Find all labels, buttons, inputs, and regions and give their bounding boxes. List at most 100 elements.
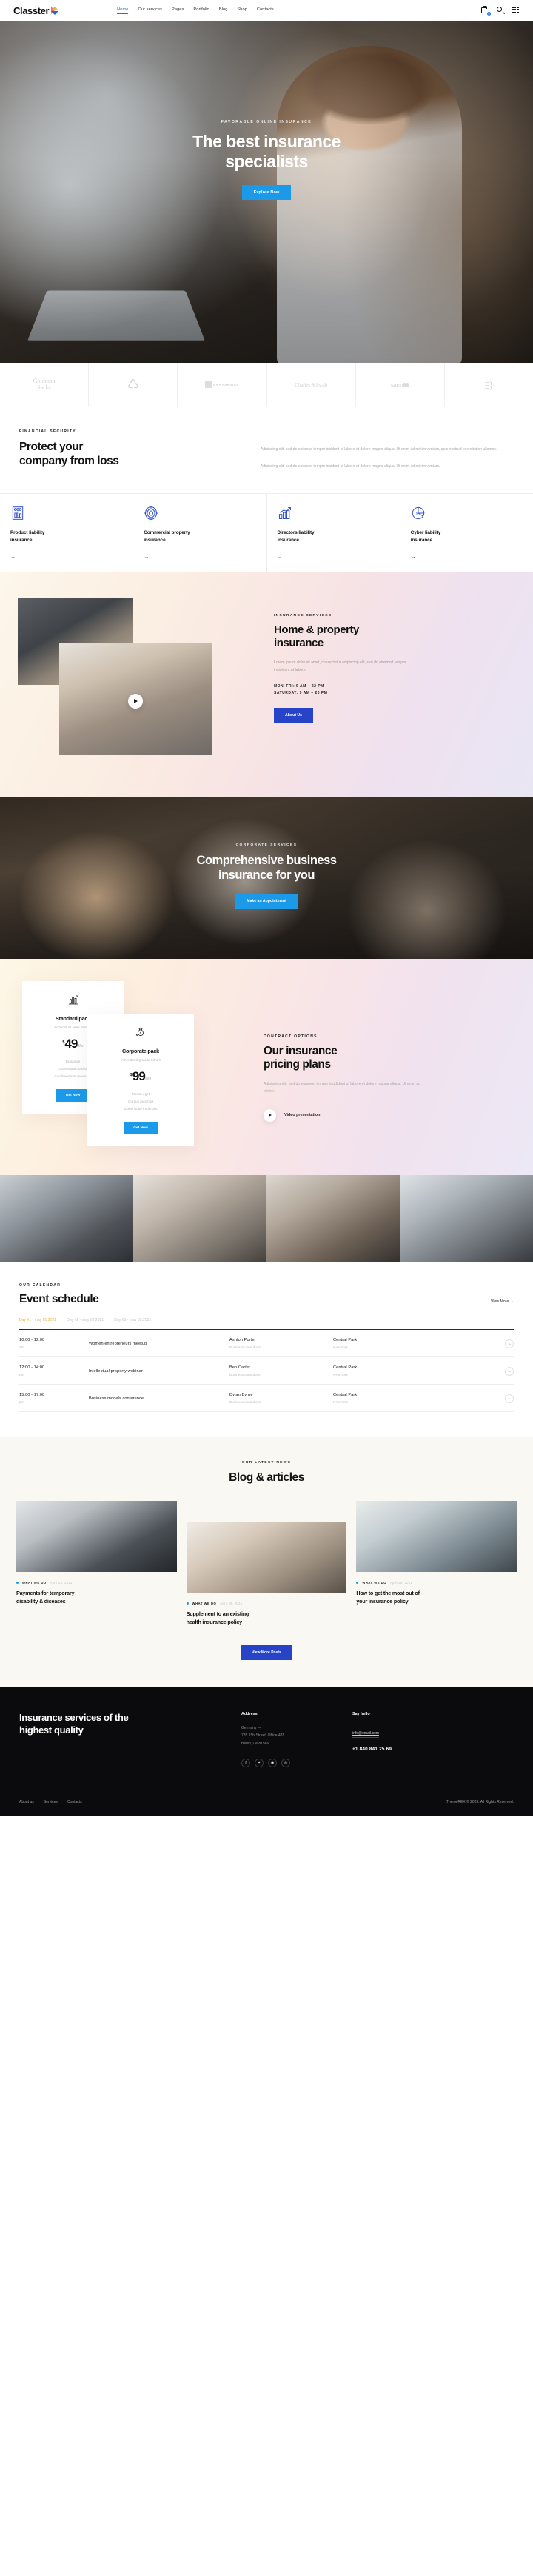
facebook-icon[interactable]: f <box>241 1758 250 1767</box>
footer-link-services[interactable]: Services <box>44 1800 58 1804</box>
blog-image-3 <box>356 1501 517 1573</box>
brand-bnp-paribas[interactable]: BNP PARIBAS <box>178 363 267 407</box>
footer-email-link[interactable]: info@email.com <box>352 1731 379 1739</box>
brand-charles-schwab[interactable]: Charles Schwab <box>267 363 356 407</box>
nav-item-portfolio[interactable]: Portfolio <box>193 7 209 13</box>
hero-section: FAVORABLE ONLINE INSURANCE The best insu… <box>0 21 533 363</box>
event-day-tab-3[interactable]: Day #3 - may 03.2021 <box>114 1318 151 1322</box>
pricing-card-corporate[interactable]: $ Corporate pack In hendrerit gravida ru… <box>87 1013 194 1146</box>
footer-phone[interactable]: +1 840 841 25 69 <box>352 1747 463 1752</box>
logo[interactable]: Classter <box>13 5 59 16</box>
pricing-feature: Scelerisque imperdiet <box>124 1106 158 1111</box>
nav-item-shop[interactable]: Shop <box>237 7 247 13</box>
feature-title-line1: Product liability <box>10 529 45 535</box>
event-arrow-icon[interactable]: → <box>505 1394 514 1403</box>
blog-kicker: OUR LATEST NEWS <box>241 1461 292 1465</box>
feature-card-cyber-liability[interactable]: $ Cyber liability insurance → <box>400 494 533 572</box>
event-person: Ben Carter <box>229 1365 251 1371</box>
make-appointment-button[interactable]: Make an Appointment <box>235 894 298 909</box>
get-now-button-corporate[interactable]: Get Now <box>124 1121 158 1134</box>
event-place: Central Park <box>333 1365 358 1371</box>
nav-item-blog[interactable]: Blog <box>219 7 228 13</box>
blog-card-1[interactable]: WHAT WE DO April 26, 2021 Payments for t… <box>16 1501 177 1605</box>
feature-arrow-icon[interactable]: → <box>411 555 523 560</box>
footer-address-column: Address Germany — 785 15h Street, Office… <box>241 1712 352 1767</box>
get-now-button-standard[interactable]: Get Now <box>56 1088 90 1102</box>
pricing-section: Standard pack Ac tincidunt vitae semper … <box>0 958 533 1175</box>
feature-card-directors-liability[interactable]: Directors liability insurance → <box>267 493 400 572</box>
about-us-button[interactable]: About Us <box>274 707 314 723</box>
play-video-button[interactable] <box>128 693 143 709</box>
hero-title: The best insurance specialists <box>0 132 533 172</box>
pricing-price: $ 99 /Mo <box>96 1070 185 1083</box>
nav-item-contacts[interactable]: Contacts <box>257 7 274 13</box>
footer-address-line-3: Berlin, De 81566 <box>241 1741 269 1746</box>
event-time: 15:00 - 17:00 <box>19 1393 45 1398</box>
feature-title-line1: Directors liability <box>277 529 315 535</box>
event-day-tab-1[interactable]: Day #1 - may 01.2021 <box>19 1318 56 1322</box>
pricing-title-heading: Our insurance pricing plans <box>264 1045 515 1072</box>
twitter-icon[interactable]: ✦ <box>255 1758 264 1767</box>
brand-goldman-sachs[interactable]: Goldman Sachs <box>0 363 90 407</box>
instagram-icon[interactable]: ◎ <box>281 1758 290 1767</box>
blog-card-3[interactable]: WHAT WE DO April 26, 2021 How to get the… <box>356 1501 517 1605</box>
nav-item-pages[interactable]: Pages <box>172 7 184 13</box>
footer-link-about-us[interactable]: About us <box>19 1800 34 1804</box>
financial-security-section: FINANCIAL SECURITY Protect your company … <box>0 407 533 572</box>
footer-link-contacts[interactable]: Contacts <box>67 1800 82 1804</box>
video-presentation-link[interactable]: Video presentation <box>264 1108 515 1122</box>
corporate-title: Comprehensive business insurance for you <box>0 854 533 883</box>
feature-arrow-icon[interactable]: → <box>278 555 389 560</box>
play-icon <box>264 1108 276 1122</box>
event-day-tab-2[interactable]: Day #2 - may 02.2021 <box>67 1318 104 1322</box>
event-role: Business consultant <box>229 1373 261 1377</box>
blog-card-2[interactable]: WHAT WE DO April 26, 2021 Supplement to … <box>186 1522 347 1626</box>
view-more-events-link[interactable]: View More → <box>491 1299 514 1306</box>
logo-diamond-icon <box>51 6 59 15</box>
brand-sam[interactable]: sam <box>356 363 445 407</box>
event-arrow-icon[interactable]: → <box>505 1366 514 1376</box>
brand-recycle[interactable]: ♺ <box>89 363 178 407</box>
feature-arrow-icon[interactable]: → <box>10 555 122 560</box>
feature-card-commercial-property[interactable]: Commercial property insurance → <box>133 493 267 572</box>
pricing-subtitle: In hendrerit gravida rutrum <box>120 1057 161 1062</box>
price-period: /Mo <box>77 1044 84 1049</box>
corporate-banner: CORPORATE SERVICES Comprehensive busines… <box>0 797 533 959</box>
nav-item-home[interactable]: Home <box>117 7 129 14</box>
financial-title-line2: company from loss <box>19 454 119 467</box>
main-nav: Home Our services Pages Portfolio Blog S… <box>117 7 274 14</box>
view-more-posts-button[interactable]: View More Posts <box>241 1645 292 1661</box>
feature-title: Cyber liability insurance <box>411 529 523 544</box>
grid-menu-icon[interactable] <box>512 7 520 14</box>
event-day-tabs: Day #1 - may 01.2021 Day #2 - may 02.202… <box>19 1318 514 1322</box>
corporate-kicker: CORPORATE SERVICES <box>235 843 298 847</box>
hero-kicker: FAVORABLE ONLINE INSURANCE <box>221 120 312 124</box>
footer-address-line-1: Germany — <box>241 1726 261 1731</box>
pie-chart-dollar-icon: $ <box>411 506 426 521</box>
event-table: 10:00 - 12:00 am Women entrepreneurs mee… <box>19 1329 514 1413</box>
hours-saturday: SATURDAY: 9 AM – 20 PM <box>274 691 328 696</box>
event-name: Women entrepreneurs meetup <box>89 1341 147 1346</box>
explore-now-button[interactable]: Explore Now <box>241 184 292 200</box>
hero-content: FAVORABLE ONLINE INSURANCE The best insu… <box>0 21 533 200</box>
event-arrow-icon[interactable]: → <box>505 1339 514 1348</box>
event-city: New York <box>333 1373 348 1377</box>
table-row[interactable]: 12:00 - 14:00 pm Intellectual property w… <box>19 1357 514 1385</box>
table-row[interactable]: 15:00 - 17:00 pm Business models confere… <box>19 1385 514 1413</box>
gallery-photo-1 <box>0 1174 133 1262</box>
brand-strip: Goldman Sachs ♺ BNP PARIBAS Charles Schw… <box>0 363 533 407</box>
cart-icon[interactable]: 0 <box>481 6 491 16</box>
nav-item-our-services[interactable]: Our services <box>138 7 162 13</box>
feature-title: Product liability insurance <box>10 529 122 544</box>
bars-icon <box>485 381 489 389</box>
feature-title-line2: insurance <box>410 537 433 543</box>
search-icon[interactable] <box>497 7 504 14</box>
dribbble-icon[interactable]: ◉ <box>268 1758 277 1767</box>
table-row[interactable]: 10:00 - 12:00 am Women entrepreneurs mee… <box>19 1330 514 1358</box>
feature-card-product-liability[interactable]: Product liability insurance → <box>0 493 134 572</box>
brand-bars[interactable]: } <box>445 363 533 407</box>
gallery-photo-3 <box>266 1174 400 1262</box>
feature-arrow-icon[interactable]: → <box>144 555 255 560</box>
event-place: Central Park <box>333 1393 358 1398</box>
feature-title: Commercial property insurance <box>144 529 255 544</box>
